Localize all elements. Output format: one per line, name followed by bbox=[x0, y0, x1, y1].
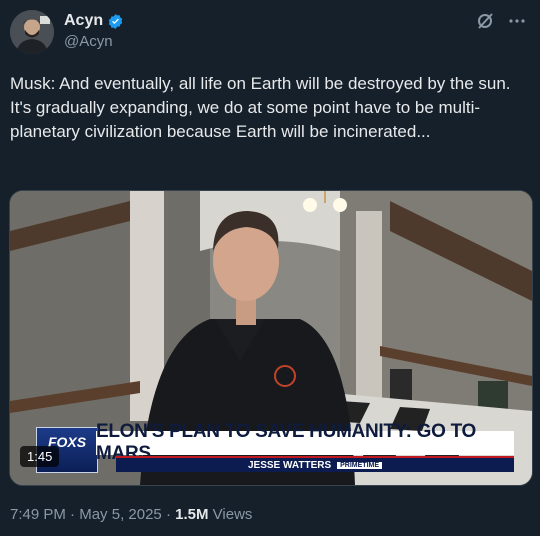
show-tag: PRIMETIME bbox=[337, 461, 383, 469]
more-icon[interactable] bbox=[508, 12, 526, 33]
separator: · bbox=[161, 506, 176, 523]
tweet-text: Musk: And eventually, all life on Earth … bbox=[10, 74, 516, 141]
handle[interactable]: @Acyn bbox=[64, 33, 124, 50]
post-time[interactable]: 7:49 PM bbox=[10, 506, 66, 523]
views-label: Views bbox=[212, 506, 253, 523]
avatar[interactable] bbox=[10, 10, 54, 54]
network-logo-sub: S bbox=[76, 434, 87, 450]
grok-icon[interactable] bbox=[476, 12, 494, 33]
video-duration: 1:45 bbox=[20, 446, 60, 467]
tweet-header: Acyn @Acyn bbox=[10, 8, 530, 60]
news-headline: ELON'S PLAN TO SAVE HUMANITY: GO TO MARS bbox=[96, 421, 514, 464]
separator: · bbox=[65, 506, 80, 523]
verified-badge-icon bbox=[108, 13, 123, 29]
lower-third: FOX S ELON'S PLAN TO SAVE HUMANITY: GO TO… bbox=[28, 421, 514, 473]
author-names: Acyn @Acyn bbox=[64, 12, 124, 50]
show-banner: JESSE WATTERS PRIMETIME bbox=[116, 456, 514, 472]
show-name: JESSE WATTERS bbox=[247, 459, 332, 471]
views-count: 1.5M bbox=[175, 506, 209, 523]
video-player[interactable]: FOX S ELON'S PLAN TO SAVE HUMANITY: GO TO… bbox=[9, 190, 533, 486]
display-name[interactable]: Acyn bbox=[64, 12, 103, 30]
post-date[interactable]: May 5, 2025 bbox=[79, 506, 162, 523]
tweet-meta: 7:49 PM · May 5, 2025 · 1.5M Views bbox=[10, 506, 252, 523]
